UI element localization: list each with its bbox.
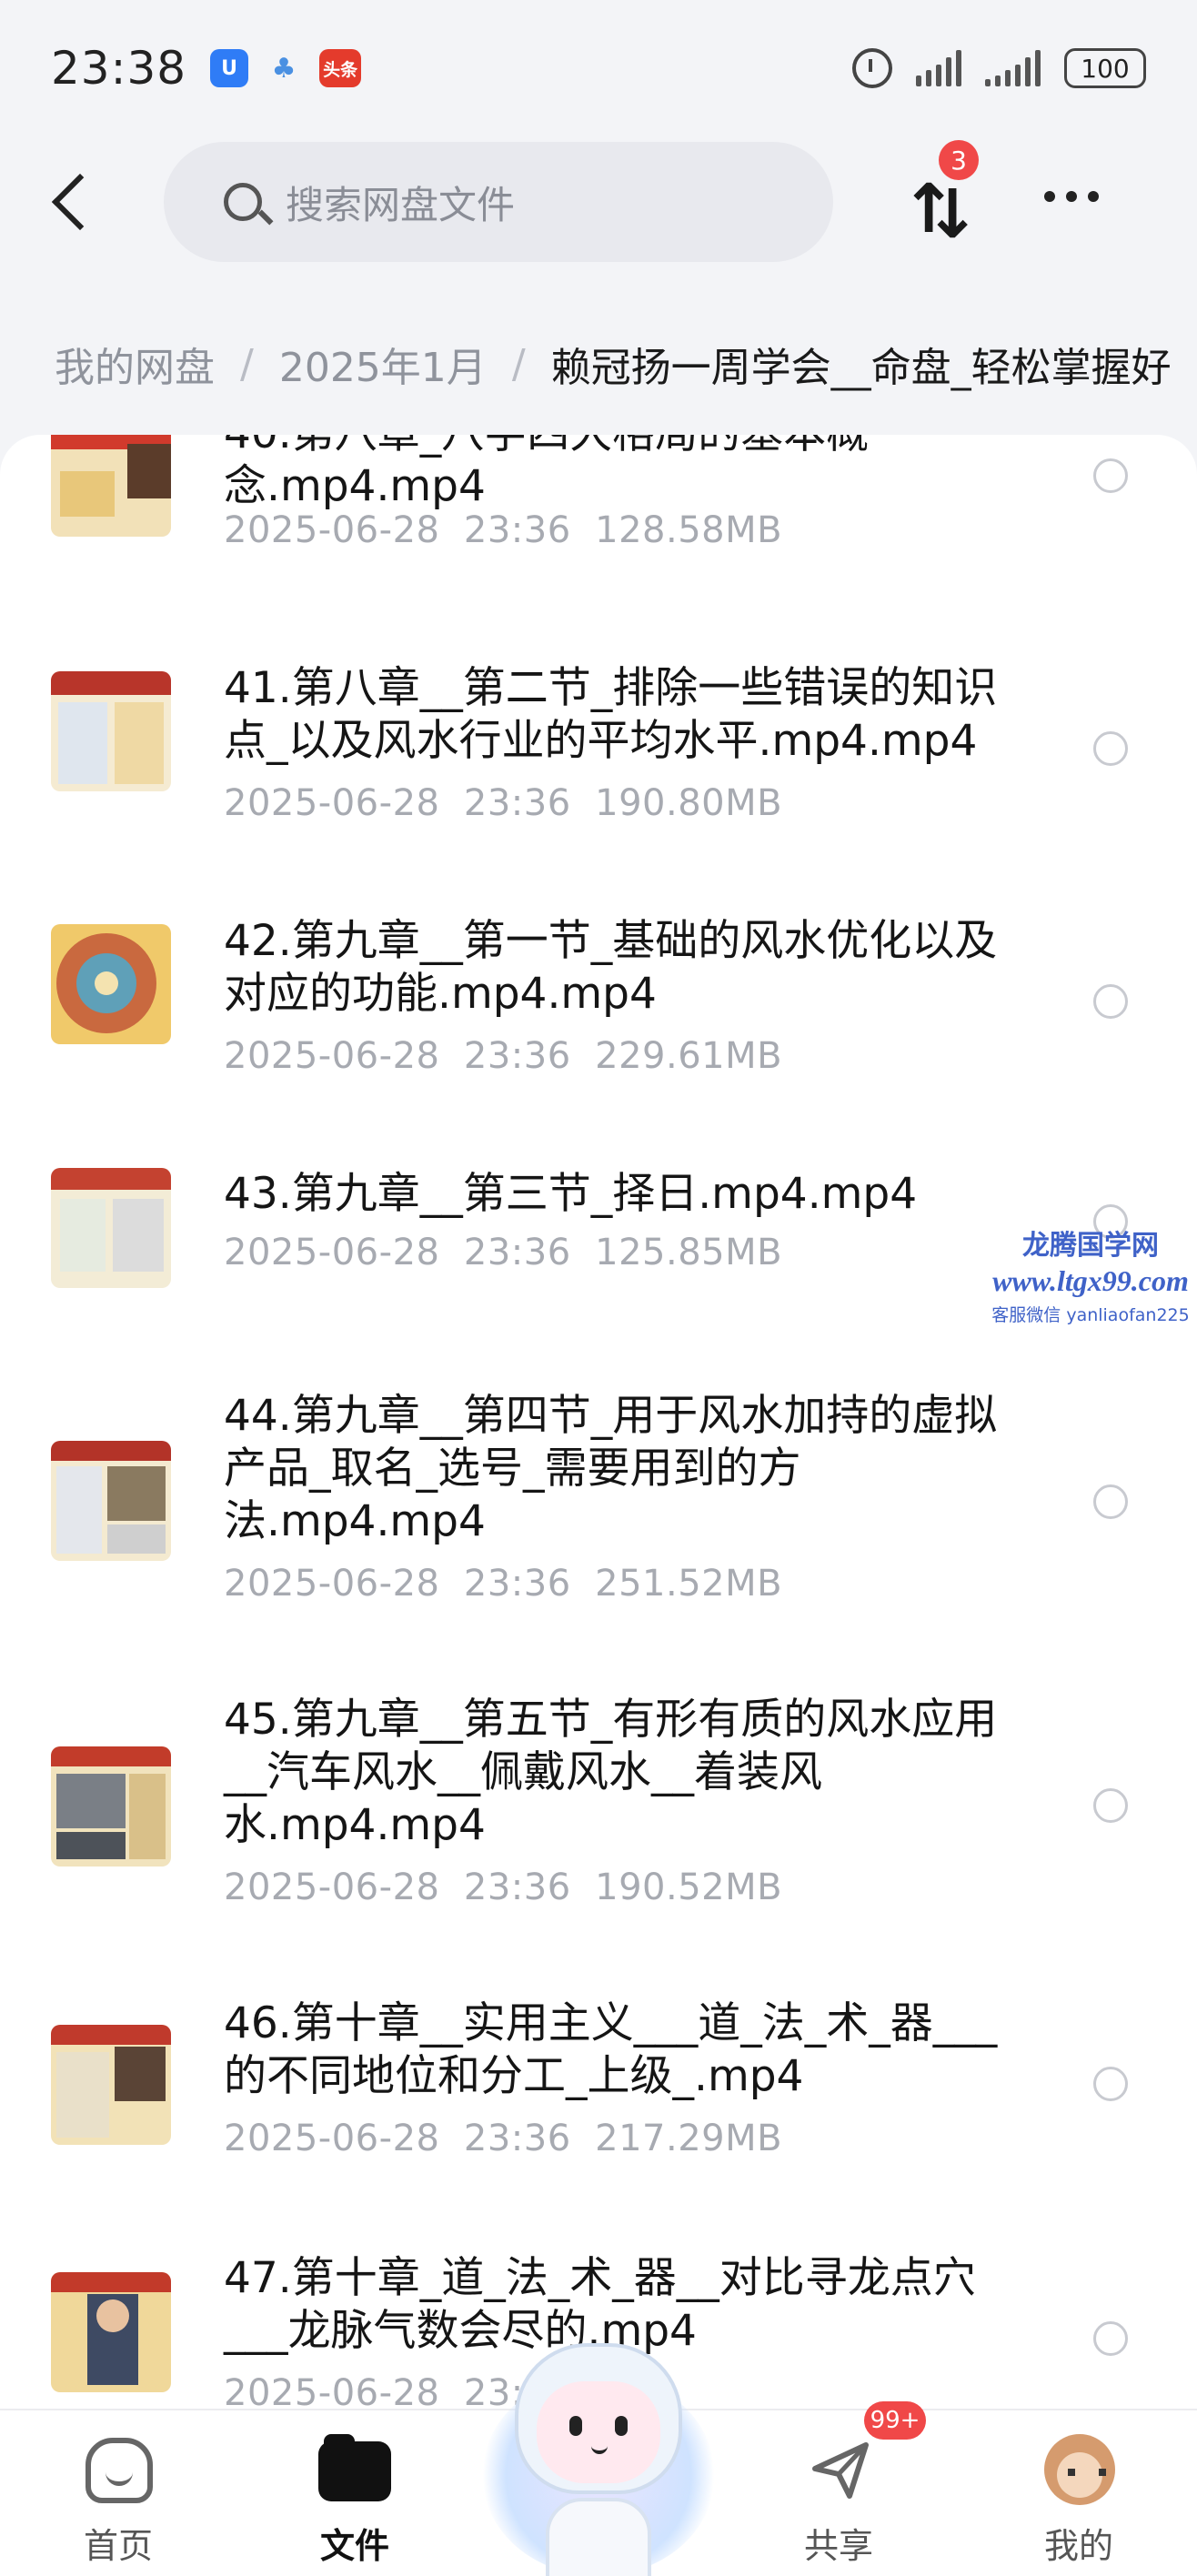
signal-icon [916, 50, 961, 86]
video-thumbnail [51, 1441, 171, 1561]
video-thumbnail [51, 671, 171, 791]
file-meta: 2025-06-28 23:36 125.85MB [224, 1232, 783, 1273]
select-checkbox[interactable] [1093, 731, 1128, 766]
select-checkbox[interactable] [1093, 458, 1128, 493]
file-name: 45.第九章__第五节_有形有质的风水应用__汽车风水__佩戴风水__着装风水.… [224, 1695, 998, 1850]
file-name: 44.第九章__第四节_用于风水加持的虚拟产品_取名_选号_需要用到的方法.mp… [224, 1391, 998, 1546]
video-thumbnail [51, 435, 171, 537]
select-checkbox[interactable] [1093, 1788, 1128, 1823]
file-meta: 2025-06-28 23:36 251.52MB [224, 1563, 783, 1605]
battery-icon: 100 [1064, 48, 1146, 88]
dot-icon [1044, 191, 1055, 202]
header: 搜索网盘文件 ↑ ↓ 3 [0, 136, 1197, 273]
file-meta: 2025-06-28 23:36 128.58MB [224, 509, 783, 551]
download-arrow-icon: ↓ [924, 176, 981, 254]
video-thumbnail [51, 2272, 171, 2392]
transfer-count-badge: 3 [939, 140, 979, 180]
file-row[interactable]: 44.第九章__第四节_用于风水加持的虚拟产品_取名_选号_需要用到的方法.mp… [0, 1390, 1197, 1626]
breadcrumb: 我的网盘 / 2025年1月 / 赖冠扬一周学会__命盘_轻松掌握好 [0, 318, 1197, 409]
transfer-button[interactable]: ↑ ↓ [900, 173, 981, 251]
dot-icon [1066, 191, 1077, 202]
cloud-app-icon: ♣ [271, 52, 297, 85]
status-bar: 23:38 U ♣ 头条 100 [0, 0, 1197, 136]
mascot-face [537, 2381, 660, 2483]
file-meta: 2025-06-28 23:36 229.61MB [224, 1035, 783, 1077]
video-thumbnail [51, 924, 171, 1044]
file-list: 40.第八章_八字四大格局的基本概念.mp4.mp4 2025-06-28 23… [0, 435, 1197, 2409]
avatar [1044, 2434, 1115, 2505]
file-row[interactable]: 45.第九章__第五节_有形有质的风水应用__汽车风水__佩戴风水__着装风水.… [0, 1694, 1197, 1930]
nav-home-label: 首页 [83, 2526, 153, 2566]
mascot-body [546, 2498, 651, 2576]
mascot-eye [615, 2416, 628, 2436]
file-meta: 2025-06-28 23:36 190.52MB [224, 1867, 783, 1908]
share-count-badge: 99+ [864, 2401, 926, 2440]
search-input[interactable]: 搜索网盘文件 [164, 142, 833, 262]
assistant-mascot-button[interactable] [482, 2338, 715, 2576]
breadcrumb-current: 赖冠扬一周学会__命盘_轻松掌握好 [550, 345, 1172, 391]
nav-profile-label: 我的 [1043, 2526, 1113, 2566]
dot-icon [1088, 191, 1099, 202]
breadcrumb-root[interactable]: 我的网盘 [55, 335, 215, 393]
breadcrumb-separator: / [511, 340, 526, 387]
breadcrumb-folder[interactable]: 2025年1月 [279, 335, 487, 393]
search-icon [224, 183, 262, 221]
u-app-icon: U [210, 49, 249, 87]
file-row[interactable]: 40.第八章_八字四大格局的基本概念.mp4.mp4 2025-06-28 23… [0, 435, 1197, 580]
video-thumbnail [51, 1168, 171, 1288]
share-icon [808, 2438, 873, 2503]
nav-profile[interactable]: 我的 [997, 2410, 1161, 2576]
back-button[interactable] [44, 171, 98, 235]
home-icon [86, 2438, 153, 2503]
file-row[interactable]: 42.第九章__第一节_基础的风水优化以及对应的功能.mp4.mp4 2025-… [0, 915, 1197, 1097]
file-name: 41.第八章__第二节_排除一些错误的知识点_以及风水行业的平均水平.mp4.m… [224, 663, 998, 766]
nav-files-label: 文件 [319, 2526, 389, 2566]
video-thumbnail [51, 1746, 171, 1867]
file-meta: 2025-06-28 23:36 190.80MB [224, 782, 783, 824]
file-row[interactable]: 41.第八章__第二节_排除一些错误的知识点_以及风水行业的平均水平.mp4.m… [0, 662, 1197, 844]
toutiao-app-icon: 头条 [319, 49, 362, 87]
watermark-title: 龙腾国学网 [1022, 1230, 1159, 1262]
mascot-eye [569, 2416, 582, 2436]
search-placeholder: 搜索网盘文件 [286, 182, 516, 227]
file-name: 40.第八章_八字四大格局的基本概念.mp4.mp4 [224, 435, 869, 511]
more-options-button[interactable] [1044, 191, 1099, 202]
signal-2-icon [985, 50, 1041, 86]
nav-share-label: 共享 [803, 2526, 873, 2566]
watermark: 龙腾国学网 www.ltgx99.com 客服微信 yanliaofan225 [984, 1223, 1197, 1326]
file-name: 42.第九章__第一节_基础的风水优化以及对应的功能.mp4.mp4 [224, 916, 998, 1019]
alarm-icon [852, 48, 892, 88]
nav-files[interactable]: 文件 [273, 2410, 437, 2576]
select-checkbox[interactable] [1093, 2067, 1128, 2101]
select-checkbox[interactable] [1093, 2321, 1128, 2356]
status-time: 23:38 [51, 42, 187, 95]
file-name: 43.第九章__第三节_择日.mp4.mp4 [224, 1169, 918, 1219]
folder-icon [318, 2434, 391, 2501]
watermark-contact: 客服微信 yanliaofan225 [991, 1305, 1190, 1325]
nav-home[interactable]: 首页 [36, 2410, 200, 2576]
breadcrumb-separator: / [240, 340, 254, 387]
select-checkbox[interactable] [1093, 1484, 1128, 1519]
watermark-url: www.ltgx99.com [992, 1264, 1189, 1297]
video-thumbnail [51, 2025, 171, 2145]
select-checkbox[interactable] [1093, 984, 1128, 1019]
file-name: 46.第十章__实用主义___道_法_术_器___的不同地位和分工_上级_.mp… [224, 1998, 998, 2101]
status-app-icons: U ♣ 头条 [210, 49, 362, 87]
file-meta: 2025-06-28 23:36 217.29MB [224, 2118, 783, 2159]
file-row[interactable]: 46.第十章__实用主义___道_法_术_器___的不同地位和分工_上级_.mp… [0, 1997, 1197, 2179]
status-indicators: 100 [852, 48, 1146, 88]
